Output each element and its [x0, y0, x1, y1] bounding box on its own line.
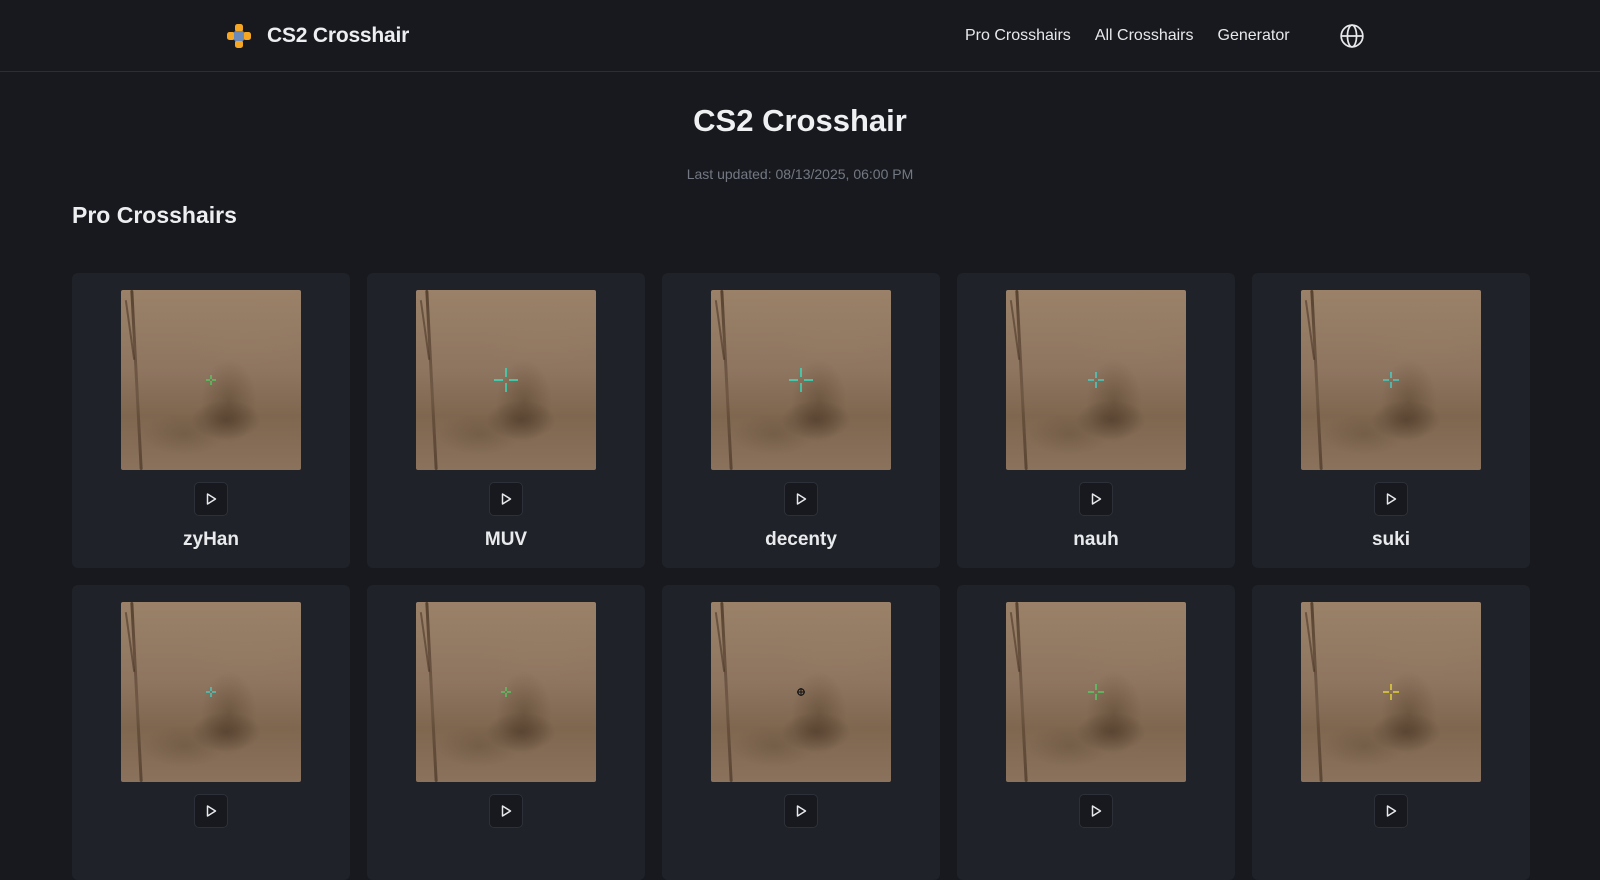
- play-icon: [501, 805, 512, 817]
- play-button[interactable]: [784, 482, 818, 516]
- crosshair-card[interactable]: [957, 585, 1235, 880]
- crosshair-icon: [1088, 684, 1104, 700]
- crosshair-preview: [1006, 290, 1186, 470]
- play-button[interactable]: [489, 794, 523, 828]
- crosshair-card[interactable]: [662, 585, 940, 880]
- crosshair-icon: [206, 375, 216, 385]
- nav-pro-crosshairs[interactable]: Pro Crosshairs: [965, 27, 1071, 45]
- crosshair-card[interactable]: nauh: [957, 273, 1235, 568]
- play-button[interactable]: [194, 482, 228, 516]
- crosshair-icon: [789, 368, 813, 392]
- player-name: zyHan: [183, 529, 239, 550]
- crosshair-icon: [1088, 372, 1104, 388]
- crosshair-card[interactable]: decenty: [662, 273, 940, 568]
- crosshair-icon: [1383, 684, 1399, 700]
- play-button[interactable]: [1079, 794, 1113, 828]
- crosshair-preview: [1301, 602, 1481, 782]
- crosshair-icon: [796, 687, 806, 697]
- last-updated: Last updated: 08/13/2025, 06:00 PM: [686, 166, 914, 182]
- crosshair-preview: [121, 602, 301, 782]
- crosshair-logo-icon: [227, 24, 251, 48]
- crosshair-card[interactable]: [367, 585, 645, 880]
- crosshair-grid: zyHan MUV decenty nauh suki: [72, 273, 1530, 880]
- main-nav: Pro Crosshairs All Crosshairs Generator: [965, 24, 1314, 48]
- brand-name: CS2 Crosshair: [267, 24, 410, 47]
- crosshair-card[interactable]: suki: [1252, 273, 1530, 568]
- brand-link[interactable]: CS2 Crosshair: [225, 20, 409, 52]
- player-name: suki: [1371, 529, 1411, 550]
- play-icon: [796, 805, 807, 817]
- player-name: decenty: [765, 529, 837, 550]
- play-icon: [206, 493, 217, 505]
- crosshair-card[interactable]: MUV: [367, 273, 645, 568]
- play-icon: [501, 493, 512, 505]
- crosshair-icon: [501, 687, 511, 697]
- play-button[interactable]: [784, 794, 818, 828]
- play-button[interactable]: [1374, 794, 1408, 828]
- page-title: CS2 Crosshair: [693, 103, 907, 138]
- play-button[interactable]: [489, 482, 523, 516]
- crosshair-card[interactable]: [1252, 585, 1530, 880]
- nav-all-crosshairs[interactable]: All Crosshairs: [1095, 27, 1194, 45]
- play-icon: [1386, 493, 1397, 505]
- globe-icon[interactable]: [1339, 23, 1365, 49]
- play-icon: [206, 805, 217, 817]
- crosshair-card[interactable]: [72, 585, 350, 880]
- play-icon: [1386, 805, 1397, 817]
- crosshair-icon: [1383, 372, 1399, 388]
- play-icon: [1091, 805, 1102, 817]
- play-button[interactable]: [1374, 482, 1408, 516]
- crosshair-preview: [711, 602, 891, 782]
- crosshair-preview: [1006, 602, 1186, 782]
- play-button[interactable]: [194, 794, 228, 828]
- player-name: MUV: [484, 529, 528, 550]
- play-button[interactable]: [1079, 482, 1113, 516]
- play-icon: [1091, 493, 1102, 505]
- crosshair-preview: [121, 290, 301, 470]
- crosshair-preview: [416, 290, 596, 470]
- crosshair-card[interactable]: zyHan: [72, 273, 350, 568]
- crosshair-icon: [494, 368, 518, 392]
- play-icon: [796, 493, 807, 505]
- crosshair-icon: [206, 687, 216, 697]
- crosshair-preview: [711, 290, 891, 470]
- player-name: nauh: [1073, 529, 1119, 550]
- top-navigation-bar: CS2 Crosshair Pro Crosshairs All Crossha…: [0, 0, 1600, 72]
- section-title: Pro Crosshairs: [72, 202, 237, 228]
- crosshair-preview: [1301, 290, 1481, 470]
- nav-generator[interactable]: Generator: [1218, 27, 1290, 45]
- crosshair-preview: [416, 602, 596, 782]
